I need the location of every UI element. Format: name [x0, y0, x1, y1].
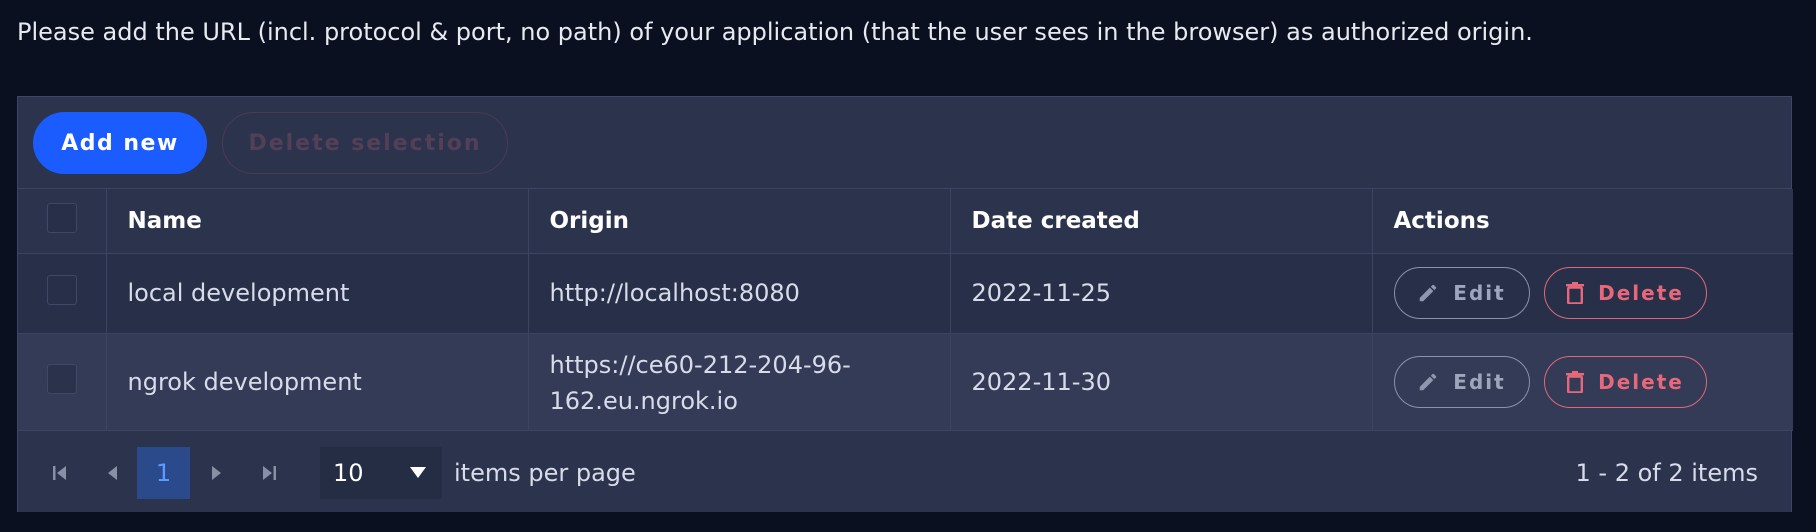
column-header-actions: Actions [1372, 189, 1793, 254]
row-name: local development [106, 253, 529, 334]
page-1-button[interactable]: 1 [137, 447, 190, 499]
pagination-bar: 1 10 items per page 1 - 2 of 2 items [18, 433, 1791, 512]
row-select-cell [18, 333, 107, 431]
edit-label: Edit [1453, 369, 1506, 394]
row-name: ngrok development [106, 333, 529, 431]
delete-button[interactable]: Delete [1543, 355, 1707, 408]
trash-icon [1566, 370, 1585, 393]
row-select-cell [18, 253, 107, 334]
caret-down-icon [410, 467, 426, 478]
row-date-created: 2022-11-25 [950, 253, 1373, 334]
pagination-summary: 1 - 2 of 2 items [1575, 459, 1758, 487]
edit-label: Edit [1453, 281, 1506, 305]
edit-button[interactable]: Edit [1393, 267, 1530, 319]
first-page-icon[interactable] [41, 453, 79, 493]
row-actions: Edit Delete [1372, 333, 1793, 431]
delete-button[interactable]: Delete [1543, 267, 1707, 319]
next-page-icon[interactable] [198, 453, 236, 493]
row-actions: Edit Delete [1372, 253, 1793, 334]
add-new-button[interactable]: Add new [33, 112, 207, 174]
page-size-select[interactable]: 10 [320, 447, 442, 499]
row-origin: https://ce60-212-204-96- 162.eu.ngrok.io [528, 333, 951, 431]
table-row: ngrok development https://ce60-212-204-9… [18, 333, 1793, 431]
row-origin-line-1: https://ce60-212-204-96- [549, 350, 851, 379]
row-checkbox[interactable] [46, 275, 77, 305]
edit-button[interactable]: Edit [1393, 355, 1530, 408]
trash-icon [1566, 282, 1585, 304]
origins-table: Name Origin Date created Actions local d… [18, 189, 1793, 431]
delete-label: Delete [1598, 369, 1684, 394]
column-header-date-created[interactable]: Date created [950, 189, 1373, 254]
pencil-icon [1420, 373, 1437, 390]
table-row: local development http://localhost:8080 … [18, 253, 1793, 334]
select-all-cell [18, 189, 107, 254]
pencil-icon [1420, 284, 1437, 302]
last-page-icon[interactable] [250, 453, 288, 493]
column-header-name[interactable]: Name [106, 189, 529, 254]
delete-selection-button[interactable]: Delete selection [222, 112, 508, 174]
row-origin: http://localhost:8080 [528, 253, 951, 334]
page-size-value: 10 [333, 459, 364, 487]
select-all-checkbox[interactable] [46, 202, 77, 233]
items-per-page-label: items per page [454, 459, 636, 487]
row-date-created: 2022-11-30 [950, 333, 1373, 431]
table-header-row: Name Origin Date created Actions [18, 189, 1793, 254]
toolbar: Add new Delete selection [18, 97, 1791, 189]
row-checkbox[interactable] [46, 363, 77, 394]
authorized-origins-panel: Add new Delete selection Name Origin Dat… [17, 96, 1793, 512]
column-header-origin[interactable]: Origin [528, 189, 951, 254]
intro-text: Please add the URL (incl. protocol & por… [17, 18, 1533, 46]
delete-label: Delete [1598, 281, 1684, 305]
row-origin-line-2: 162.eu.ngrok.io [549, 386, 738, 415]
prev-page-icon[interactable] [93, 453, 131, 493]
